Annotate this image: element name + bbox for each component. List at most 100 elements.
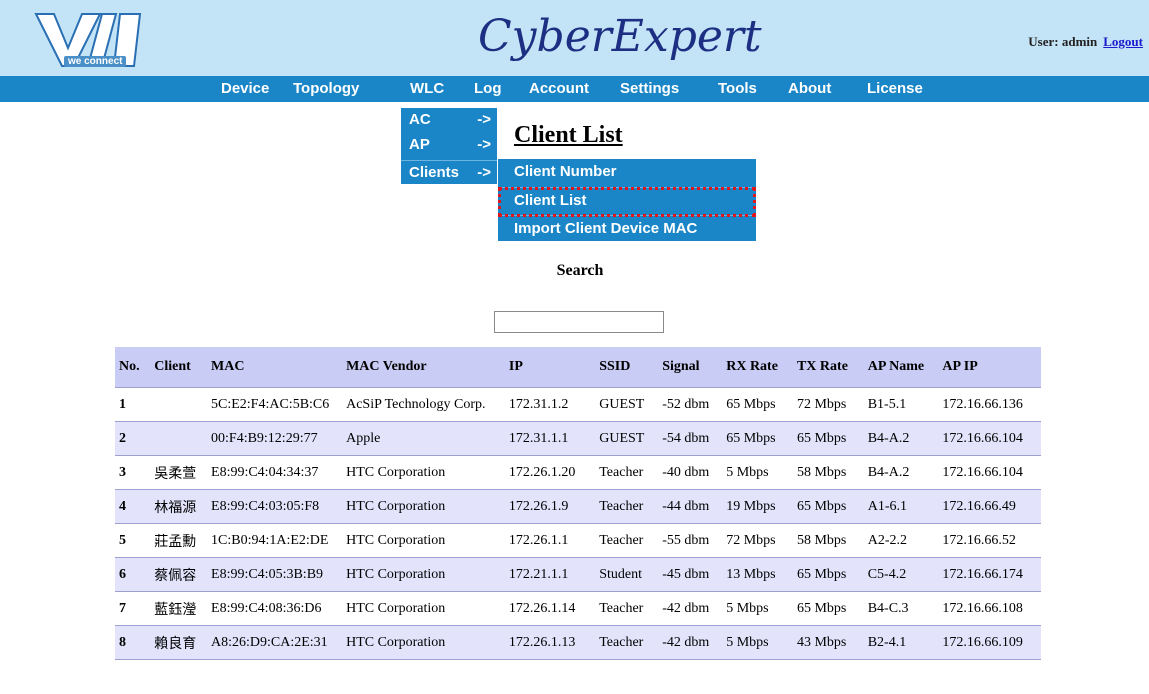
col-header-client[interactable]: Client (150, 347, 208, 388)
table-row[interactable]: 4 林福源 E8:99:C4:03:05:F8 HTC Corporation 172.… (115, 489, 1041, 524)
col-header-signal[interactable]: Signal (658, 347, 723, 388)
col-header-ap-name[interactable]: AP Name (863, 347, 939, 388)
cell-ip: 172.31.1.1 (504, 421, 596, 456)
nav-tools[interactable]: Tools (718, 76, 757, 102)
cell-no: 1 (115, 387, 151, 422)
cell-ap-ip: 172.16.66.108 (938, 591, 1041, 626)
nav-settings[interactable]: Settings (620, 76, 679, 102)
menu-item-clients[interactable]: Clients -> (401, 160, 497, 185)
nav-log[interactable]: Log (474, 76, 502, 102)
col-header-no[interactable]: No. (115, 347, 151, 388)
cell-rx-rate: 13 Mbps (722, 557, 793, 592)
col-header-mac[interactable]: MAC (207, 347, 343, 388)
cell-client (150, 387, 208, 422)
cell-ap-name: B4-C.3 (863, 591, 939, 626)
cell-ip: 172.21.1.1 (504, 557, 596, 592)
cell-signal: -52 dbm (658, 387, 723, 422)
cell-no: 2 (115, 421, 151, 456)
cell-client (150, 421, 208, 456)
clients-submenu: Client Number Client List Import Client … (498, 159, 756, 241)
col-header-rx-rate[interactable]: RX Rate (722, 347, 793, 388)
cell-ap-ip: 172.16.66.104 (938, 421, 1041, 456)
brand-title: CyberExpert (478, 11, 762, 62)
cell-mac-vendor: HTC Corporation (342, 489, 505, 524)
cell-tx-rate: 58 Mbps (792, 523, 864, 558)
cell-mac: E8:99:C4:05:3B:B9 (207, 557, 343, 592)
search-input[interactable] (494, 311, 664, 333)
col-header-mac-vendor[interactable]: MAC Vendor (342, 347, 505, 388)
table-row[interactable]: 5 莊孟勳 1C:B0:94:1A:E2:DE HTC Corporation 172.… (115, 523, 1041, 558)
cell-signal: -55 dbm (658, 523, 723, 558)
nav-account[interactable]: Account (529, 76, 589, 102)
col-header-ip[interactable]: IP (504, 347, 596, 388)
cell-ssid: Teacher (595, 489, 659, 524)
cell-ip: 172.26.1.1 (504, 523, 596, 558)
cell-mac: 00:F4:B9:12:29:77 (207, 421, 343, 456)
menu-item-ap[interactable]: AP -> (401, 133, 497, 157)
cell-signal: -45 dbm (658, 557, 723, 592)
cell-rx-rate: 5 Mbps (722, 625, 793, 660)
nav-topology[interactable]: Topology (293, 76, 359, 102)
cell-ap-name: B4-A.2 (863, 455, 939, 490)
cell-mac-vendor: HTC Corporation (342, 557, 505, 592)
cell-tx-rate: 43 Mbps (792, 625, 864, 660)
cell-signal: -40 dbm (658, 455, 723, 490)
cell-tx-rate: 65 Mbps (792, 557, 864, 592)
nav-about[interactable]: About (788, 76, 831, 102)
cell-ssid: Student (595, 557, 659, 592)
cell-ssid: GUEST (595, 387, 659, 422)
client-table: No. Client MAC MAC Vendor IP SSID Signal… (115, 347, 1041, 660)
nav-wlc[interactable]: WLC (410, 76, 444, 102)
table-row[interactable]: 6 蔡佩容 E8:99:C4:05:3B:B9 HTC Corporation 172.… (115, 557, 1041, 592)
cell-rx-rate: 19 Mbps (722, 489, 793, 524)
search-label: Search (556, 262, 604, 279)
logo-tagline: we connect (64, 56, 127, 67)
cell-ap-ip: 172.16.66.52 (938, 523, 1041, 558)
cell-signal: -42 dbm (658, 591, 723, 626)
submenu-item-import-client-mac[interactable]: Import Client Device MAC (498, 215, 756, 241)
nav-bar: Device Topology WLC Log Account Settings… (0, 76, 1149, 102)
table-row[interactable]: 1 5C:E2:F4:AC:5B:C6 AcSiP Technology Corp.… (115, 387, 1041, 422)
cell-mac-vendor: AcSiP Technology Corp. (342, 387, 505, 422)
cell-ap-name: A1-6.1 (863, 489, 939, 524)
cell-tx-rate: 72 Mbps (792, 387, 864, 422)
col-header-ap-ip[interactable]: AP IP (938, 347, 1041, 388)
table-row[interactable]: 3 吳柔萱 E8:99:C4:04:34:37 HTC Corporation 172.… (115, 455, 1041, 490)
cell-client: 藍鈺瀅 (150, 591, 208, 626)
submenu-item-client-number[interactable]: Client Number (498, 159, 756, 185)
arrow-right-icon: -> (477, 136, 491, 153)
logout-link[interactable]: Logout (1103, 34, 1143, 49)
cell-ssid: Teacher (595, 523, 659, 558)
cell-tx-rate: 58 Mbps (792, 455, 864, 490)
cell-client: 蔡佩容 (150, 557, 208, 592)
cell-rx-rate: 65 Mbps (722, 387, 793, 422)
cell-rx-rate: 5 Mbps (722, 455, 793, 490)
cell-no: 8 (115, 625, 151, 660)
menu-item-ac[interactable]: AC -> (401, 108, 497, 132)
table-header-row: No. Client MAC MAC Vendor IP SSID Signal… (115, 347, 1041, 388)
col-header-tx-rate[interactable]: TX Rate (792, 347, 864, 388)
cell-rx-rate: 5 Mbps (722, 591, 793, 626)
header: we connect CyberExpert User: admin Logout (0, 0, 1149, 76)
cell-client: 莊孟勳 (150, 523, 208, 558)
nav-device[interactable]: Device (221, 76, 269, 102)
cell-mac-vendor: HTC Corporation (342, 523, 505, 558)
cell-no: 7 (115, 591, 151, 626)
cell-ap-name: B1-5.1 (863, 387, 939, 422)
cell-ap-ip: 172.16.66.49 (938, 489, 1041, 524)
cell-ap-ip: 172.16.66.109 (938, 625, 1041, 660)
cell-rx-rate: 65 Mbps (722, 421, 793, 456)
cell-no: 3 (115, 455, 151, 490)
nav-license[interactable]: License (867, 76, 923, 102)
arrow-right-icon: -> (477, 164, 491, 181)
cell-rx-rate: 72 Mbps (722, 523, 793, 558)
menu-item-ap-label: AP (409, 136, 430, 153)
table-row[interactable]: 8 賴良育 A8:26:D9:CA:2E:31 HTC Corporation 172.… (115, 625, 1041, 660)
cell-ssid: GUEST (595, 421, 659, 456)
table-row[interactable]: 7 藍鈺瀅 E8:99:C4:08:36:D6 HTC Corporation 172.… (115, 591, 1041, 626)
submenu-item-client-list[interactable]: Client List (498, 187, 756, 213)
table-row[interactable]: 2 00:F4:B9:12:29:77 Apple 172.31.1.1 GUEST -5… (115, 421, 1041, 456)
cell-ip: 172.26.1.13 (504, 625, 596, 660)
cell-signal: -54 dbm (658, 421, 723, 456)
col-header-ssid[interactable]: SSID (595, 347, 659, 388)
